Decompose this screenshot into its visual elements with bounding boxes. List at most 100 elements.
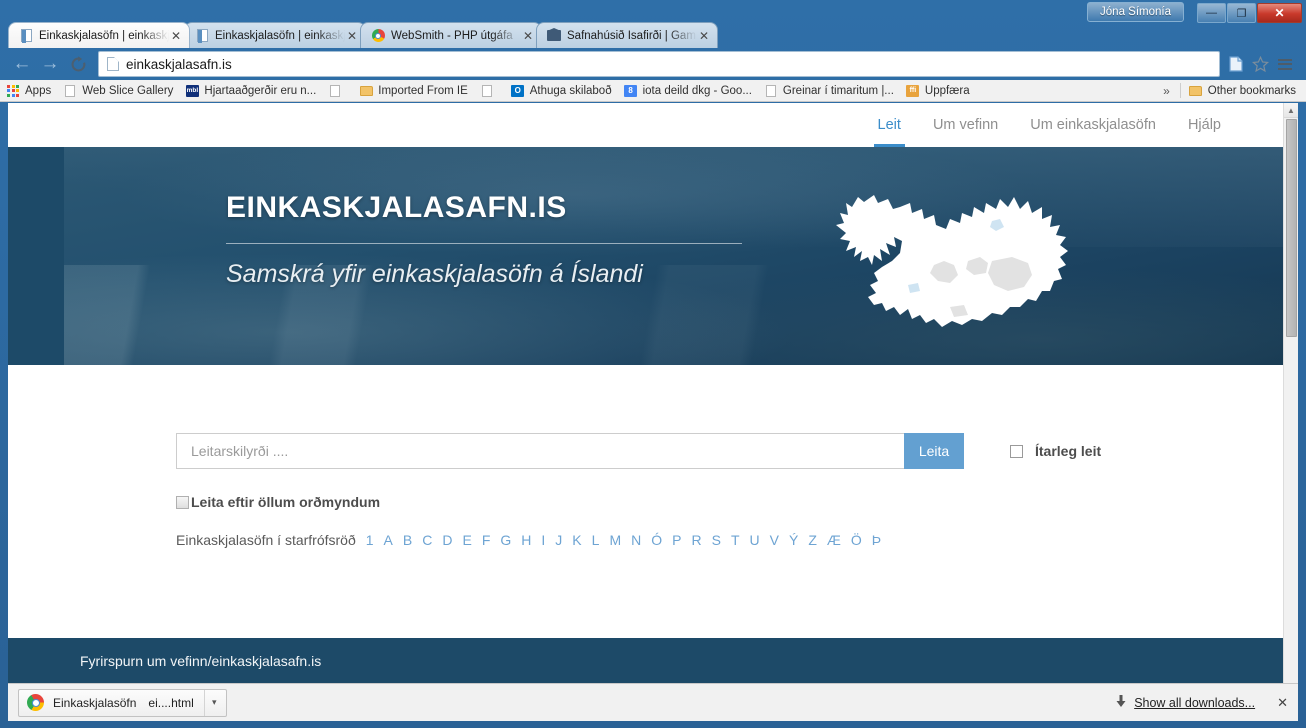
chrome-menu-icon[interactable] bbox=[1272, 50, 1298, 78]
search-input[interactable]: Leitarskilyrði .... bbox=[176, 433, 904, 469]
close-button[interactable]: ✕ bbox=[1257, 3, 1302, 23]
user-profile-button[interactable]: Jóna Símonía bbox=[1087, 2, 1184, 22]
nav-label: Um vefinn bbox=[932, 117, 999, 133]
alphabet-letter-t[interactable]: T bbox=[731, 532, 740, 548]
advanced-search-checkbox[interactable] bbox=[1010, 444, 1023, 458]
download-file-name: Einkaskjalasöfn bbox=[53, 695, 137, 710]
browser-toolbar: ← → einkaskjalasafn.is bbox=[0, 48, 1306, 80]
reload-icon[interactable] bbox=[64, 50, 92, 78]
bookmark-greinar-i-timaritum[interactable]: Greinar í timaritum |... bbox=[764, 84, 894, 98]
address-bar[interactable]: einkaskjalasafn.is bbox=[98, 51, 1220, 77]
alphabet-letter-v[interactable]: V bbox=[770, 532, 779, 548]
browser-tab-1[interactable]: Einkaskjalasöfn | einkaskja ✕ bbox=[8, 22, 190, 48]
alphabet-letter-k[interactable]: K bbox=[572, 532, 581, 548]
alphabet-letter-d[interactable]: D bbox=[442, 532, 452, 548]
browser-tab-4[interactable]: Safnahúsið Ísafirði | Gamla ✕ bbox=[536, 22, 718, 48]
tab-close-icon[interactable]: ✕ bbox=[169, 30, 183, 42]
alphabet-letter-e[interactable]: E bbox=[462, 532, 471, 548]
close-icon[interactable]: ✕ bbox=[1277, 695, 1288, 711]
bookmark-star-icon[interactable] bbox=[1248, 51, 1272, 77]
nav-item-um-einkaskjalasofn[interactable]: Um einkaskjalasöfn bbox=[1014, 103, 1172, 147]
bookmark-untitled-2[interactable] bbox=[480, 84, 499, 98]
alphabet-label: Einkaskjalasöfn í starfrófsröð bbox=[176, 532, 356, 548]
all-word-forms-checkbox[interactable] bbox=[176, 495, 189, 509]
page-security-icon bbox=[107, 57, 119, 71]
museum-icon bbox=[547, 29, 561, 43]
alphabet-letter-i[interactable]: I bbox=[541, 532, 545, 548]
alphabet-letter-z[interactable]: Z bbox=[808, 532, 817, 548]
alphabet-letter-a[interactable]: A bbox=[384, 532, 393, 548]
alphabet-letter-h[interactable]: H bbox=[521, 532, 531, 548]
alphabet-letter-1[interactable]: 1 bbox=[366, 532, 374, 548]
maximize-button[interactable]: ❐ bbox=[1227, 3, 1256, 23]
nav-label: Hjálp bbox=[1187, 117, 1221, 133]
alphabet-letter-thorn[interactable]: Þ bbox=[872, 532, 881, 548]
all-word-forms-toggle[interactable]: Leita eftir öllum orðmyndum bbox=[176, 494, 1283, 510]
page-scrollbar[interactable]: ▲ bbox=[1283, 103, 1298, 683]
bookmark-athuga-skilabod[interactable]: O Athuga skilaboð bbox=[511, 84, 612, 98]
alphabet-letter-m[interactable]: M bbox=[609, 532, 621, 548]
document-icon bbox=[764, 84, 778, 98]
tab-close-icon[interactable]: ✕ bbox=[345, 30, 359, 42]
bookmark-iota-deild-dkg[interactable]: 8 iota deild dkg - Goo... bbox=[624, 84, 752, 98]
bookmark-label: iota deild dkg - Goo... bbox=[642, 84, 752, 97]
alphabet-letter-f[interactable]: F bbox=[482, 532, 491, 548]
tab-close-icon[interactable]: ✕ bbox=[521, 30, 535, 42]
alphabet-letter-o-umlaut[interactable]: Ö bbox=[851, 532, 862, 548]
divider bbox=[1179, 83, 1181, 98]
alphabet-letter-g[interactable]: G bbox=[500, 532, 511, 548]
save-page-icon[interactable] bbox=[1224, 51, 1248, 77]
bookmark-other-bookmarks[interactable]: Other bookmarks bbox=[1189, 84, 1296, 98]
browser-window: Einkaskjalasöfn | einkaskja ✕ Einkaskjal… bbox=[0, 0, 1306, 728]
alphabet-letter-j[interactable]: J bbox=[555, 532, 562, 548]
download-item[interactable]: Einkaskjalasöfn ei....html ▾ bbox=[18, 688, 227, 717]
alphabet-letter-y-acute[interactable]: Ý bbox=[789, 532, 798, 548]
alphabet-letter-o-acute[interactable]: Ó bbox=[651, 532, 662, 548]
alphabet-index: Einkaskjalasöfn í starfrófsröð 1 A B C D E F G H I… bbox=[176, 532, 1283, 548]
alphabet-letter-l[interactable]: L bbox=[592, 532, 600, 548]
minimize-button[interactable]: — bbox=[1197, 3, 1226, 23]
nav-item-um-vefinn[interactable]: Um vefinn bbox=[917, 103, 1014, 147]
bookmark-apps[interactable]: Apps bbox=[6, 84, 51, 98]
bookmarks-overflow-icon[interactable]: » bbox=[1163, 84, 1170, 98]
tab-close-icon[interactable]: ✕ bbox=[697, 30, 711, 42]
alphabet-letter-p[interactable]: P bbox=[672, 532, 681, 548]
bookmark-hjartaadgerdir[interactable]: mbl Hjartaaðgerðir eru n... bbox=[185, 84, 316, 98]
scrollbar-thumb[interactable] bbox=[1286, 119, 1297, 337]
alphabet-letter-s[interactable]: S bbox=[712, 532, 721, 548]
forward-icon[interactable]: → bbox=[36, 50, 64, 78]
chrome-icon bbox=[371, 29, 385, 43]
scroll-up-arrow-icon[interactable]: ▲ bbox=[1284, 103, 1298, 118]
advanced-search-label: Ítarleg leit bbox=[1035, 443, 1102, 459]
bookmark-label: Other bookmarks bbox=[1207, 84, 1296, 97]
chevron-down-icon[interactable]: ▾ bbox=[203, 689, 224, 716]
bookmark-untitled-1[interactable] bbox=[328, 84, 347, 98]
alphabet-letter-u[interactable]: U bbox=[750, 532, 760, 548]
nav-item-leit[interactable]: Leit bbox=[862, 103, 917, 147]
bookmarks-bar: Apps Web Slice Gallery mbl Hjartaaðgerði… bbox=[0, 80, 1306, 102]
bookmark-label: Uppfæra bbox=[924, 84, 970, 97]
bookmark-imported-from-ie[interactable]: Imported From IE bbox=[359, 84, 468, 98]
show-all-downloads-link[interactable]: Show all downloads... bbox=[1134, 696, 1255, 710]
chrome-icon bbox=[27, 694, 44, 711]
browser-tab-2[interactable]: Einkaskjalasöfn | einkaskja ✕ bbox=[184, 22, 366, 48]
document-icon bbox=[195, 29, 209, 43]
back-icon[interactable]: ← bbox=[8, 50, 36, 78]
tab-strip: Einkaskjalasöfn | einkaskja ✕ Einkaskjal… bbox=[8, 20, 1306, 48]
alphabet-letter-b[interactable]: B bbox=[403, 532, 412, 548]
bookmark-uppfaera[interactable]: ffi Uppfæra bbox=[906, 84, 970, 98]
bookmark-web-slice-gallery[interactable]: Web Slice Gallery bbox=[63, 84, 173, 98]
nav-item-hjalp[interactable]: Hjálp bbox=[1172, 103, 1237, 147]
browser-tab-3[interactable]: WebSmith - PHP útgáfa ✕ bbox=[360, 22, 542, 48]
search-button[interactable]: Leita bbox=[904, 433, 964, 469]
folder-icon bbox=[359, 84, 373, 98]
alphabet-letter-r[interactable]: R bbox=[691, 532, 701, 548]
search-row: Leitarskilyrði .... Leita Ítarleg leit bbox=[176, 433, 1283, 469]
title-bar: Einkaskjalasöfn | einkaskja ✕ Einkaskjal… bbox=[0, 0, 1306, 48]
footer-contact-link[interactable]: Fyrirspurn um vefinn/einkaskjalasafn.is bbox=[80, 653, 321, 669]
download-arrow-icon bbox=[1115, 694, 1127, 711]
alphabet-letter-n[interactable]: N bbox=[631, 532, 641, 548]
alphabet-letter-c[interactable]: C bbox=[422, 532, 432, 548]
advanced-search-toggle[interactable]: Ítarleg leit bbox=[1010, 443, 1101, 459]
alphabet-letter-ae[interactable]: Æ bbox=[827, 532, 841, 548]
